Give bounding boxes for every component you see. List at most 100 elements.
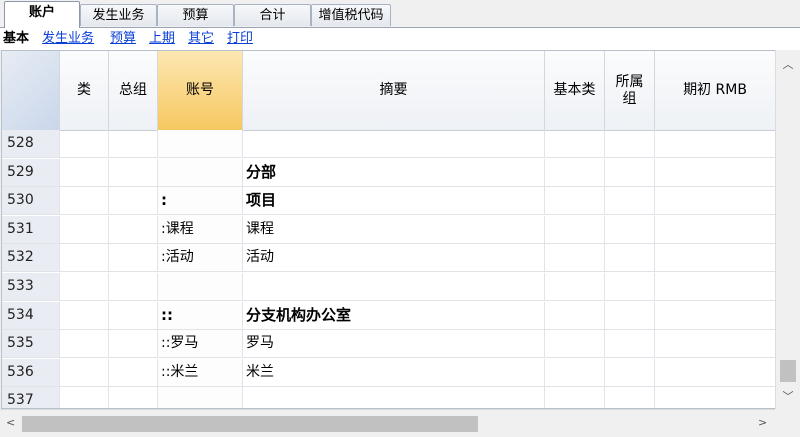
table-cell[interactable] [109,273,158,300]
table-cell[interactable] [605,130,655,157]
description-cell[interactable]: 分支机构办公室 [243,301,545,329]
view-link-other[interactable]: 其它 [188,28,214,50]
column-header-class[interactable]: 类 [60,51,109,130]
table-cell[interactable] [655,130,775,157]
table-cell[interactable] [109,244,158,272]
description-cell[interactable] [243,387,545,408]
row-number[interactable]: 533 [2,273,60,300]
horizontal-scroll-thumb[interactable] [22,416,478,432]
chevron-left-icon[interactable]: < [6,416,15,429]
table-cell[interactable] [605,244,655,272]
table-row[interactable]: 529 分部 [2,158,775,187]
row-number[interactable]: 535 [2,330,60,358]
account-cell[interactable]: :: [158,301,243,329]
description-cell[interactable]: 课程 [243,215,545,243]
account-cell[interactable]: : [158,187,243,215]
table-cell[interactable] [605,330,655,358]
table-cell[interactable] [655,216,775,243]
row-number[interactable]: 529 [2,158,60,186]
table-cell[interactable] [655,159,775,186]
chevron-down-icon[interactable]: ﹀ [776,388,800,404]
table-cell[interactable] [60,358,109,386]
table-row[interactable]: 528 [2,130,775,158]
table-cell[interactable] [109,387,158,408]
table-cell[interactable] [109,330,158,358]
table-cell[interactable] [60,244,109,272]
table-cell[interactable] [545,330,605,358]
table-cell[interactable] [655,330,775,357]
account-cell[interactable] [158,158,243,186]
table-cell[interactable] [545,244,605,272]
account-cell[interactable] [158,130,243,157]
tab-accounts[interactable]: 账户 [4,1,80,28]
description-cell[interactable]: 米兰 [243,358,545,386]
account-cell[interactable]: :活动 [158,244,243,272]
header-corner[interactable] [2,51,60,130]
view-base[interactable]: 基本 [3,28,29,50]
column-header-base-class[interactable]: 基本类 [545,51,605,130]
vertical-scroll-thumb[interactable] [780,360,796,382]
table-row[interactable]: 536::米兰 米兰 [2,358,775,387]
tab-totals[interactable]: 合计 [234,4,311,26]
table-cell[interactable] [109,301,158,329]
table-cell[interactable] [60,187,109,215]
description-cell[interactable]: 分部 [243,158,545,186]
tab-vat-codes[interactable]: 增值税代码 [311,4,391,26]
view-link-print[interactable]: 打印 [227,28,253,50]
table-cell[interactable] [545,358,605,386]
table-cell[interactable] [60,158,109,186]
table-cell[interactable] [60,215,109,243]
table-cell[interactable] [605,187,655,215]
row-number[interactable]: 536 [2,358,60,386]
table-row[interactable]: 537 [2,387,775,408]
view-link-budget[interactable]: 预算 [110,28,136,50]
column-header-group-total[interactable]: 总组 [109,51,158,130]
table-cell[interactable] [655,302,775,329]
table-row[interactable]: 535::罗马 罗马 [2,330,775,359]
table-cell[interactable] [545,273,605,300]
chevron-up-icon[interactable]: ︿ [776,56,800,72]
row-number[interactable]: 530 [2,187,60,215]
table-cell[interactable] [109,130,158,157]
chevron-right-icon[interactable]: > [758,416,767,429]
view-link-transactions[interactable]: 发生业务 [42,28,94,50]
table-cell[interactable] [605,273,655,300]
tab-transactions[interactable]: 发生业务 [80,4,157,26]
table-cell[interactable] [545,130,605,157]
vertical-scrollbar[interactable]: ︿ ﹀ [775,50,799,409]
table-cell[interactable] [605,387,655,408]
table-row[interactable]: 533 [2,273,775,301]
table-cell[interactable] [655,273,775,300]
table-cell[interactable] [655,244,775,271]
column-header-description[interactable]: 摘要 [243,51,545,130]
row-number[interactable]: 531 [2,215,60,243]
table-cell[interactable] [109,158,158,186]
account-cell[interactable]: :课程 [158,215,243,243]
table-row[interactable]: 534:: 分支机构办公室 [2,301,775,330]
table-cell[interactable] [605,358,655,386]
description-cell[interactable] [243,130,545,157]
table-cell[interactable] [545,387,605,408]
row-number[interactable]: 537 [2,387,60,408]
horizontal-scrollbar[interactable]: < > [0,409,775,437]
column-header-opening-rmb[interactable]: 期初 RMB [655,51,775,130]
table-cell[interactable] [109,187,158,215]
row-number[interactable]: 532 [2,244,60,272]
table-cell[interactable] [109,215,158,243]
description-cell[interactable]: 活动 [243,244,545,272]
table-cell[interactable] [605,215,655,243]
table-cell[interactable] [605,158,655,186]
table-cell[interactable] [60,301,109,329]
table-cell[interactable] [545,215,605,243]
column-header-account[interactable]: 账号 [158,51,243,130]
table-cell[interactable] [545,301,605,329]
table-cell[interactable] [605,301,655,329]
description-cell[interactable] [243,273,545,300]
column-header-belongs-group[interactable]: 所属组 [605,51,655,130]
table-row[interactable]: 532 :活动 活动 [2,244,775,273]
tab-budget[interactable]: 预算 [157,4,234,26]
table-cell[interactable] [655,359,775,386]
description-cell[interactable]: 项目 [243,187,545,215]
table-cell[interactable] [60,387,109,408]
account-cell[interactable] [158,387,243,408]
